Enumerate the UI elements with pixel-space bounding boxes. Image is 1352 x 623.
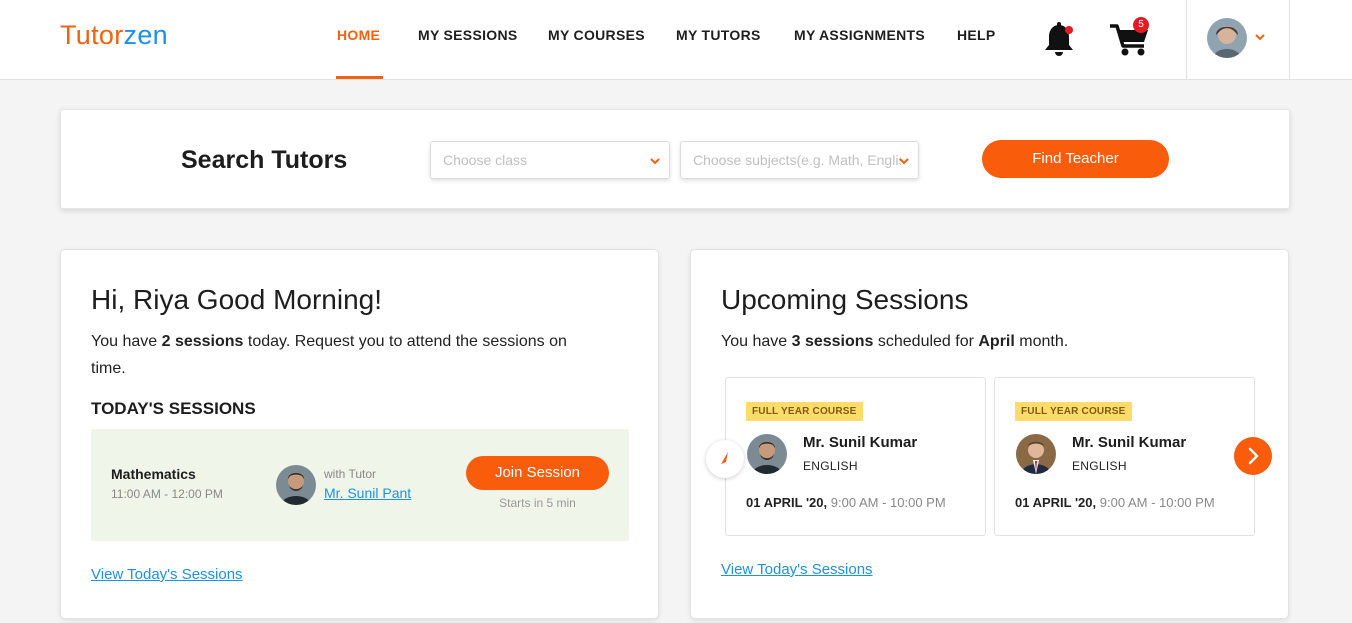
session-subject: ENGLISH (803, 459, 858, 473)
tutor-avatar (276, 465, 316, 505)
chevron-left-icon (721, 452, 728, 464)
nav-my-sessions[interactable]: MY SESSIONS (418, 27, 518, 43)
brand-logo-part1: Tutor (60, 20, 124, 50)
tutor-link[interactable]: Mr. Sunil Pant (324, 485, 411, 501)
subject-select-placeholder: Choose subjects(e.g. Math, English) (693, 152, 901, 168)
top-navbar: Tutorzen HOME MY SESSIONS MY COURSES MY … (0, 0, 1352, 80)
course-badge: FULL YEAR COURSE (746, 402, 863, 421)
with-tutor-label: with Tutor (324, 467, 377, 481)
nav-my-tutors[interactable]: MY TUTORS (676, 27, 761, 43)
session-time: 11:00 AM - 12:00 PM (111, 487, 223, 501)
tutor-name: Mr. Sunil Kumar (1072, 434, 1187, 451)
class-select-placeholder: Choose class (443, 152, 528, 168)
brand-logo-part2: zen (123, 20, 168, 50)
divider (1289, 0, 1290, 80)
greeting-card: Hi, Riya Good Morning! You have 2 sessio… (60, 249, 659, 619)
nav-my-courses[interactable]: MY COURSES (548, 27, 645, 43)
cart-count-badge: 5 (1133, 17, 1149, 33)
carousel-next-button[interactable] (1234, 437, 1272, 475)
tutor-name: Mr. Sunil Kumar (803, 434, 918, 451)
nav-home[interactable]: HOME (337, 27, 380, 43)
find-teacher-button[interactable]: Find Teacher (982, 140, 1169, 178)
course-badge: FULL YEAR COURSE (1015, 402, 1132, 421)
starts-in-note: Starts in 5 min (499, 496, 576, 510)
greeting-text: You have 2 sessions today. Request you t… (91, 333, 567, 377)
upcoming-sessions-card: Upcoming Sessions You have 3 sessions sc… (690, 249, 1289, 619)
chevron-right-icon (1248, 447, 1259, 465)
upcoming-session-card[interactable]: FULL YEAR COURSE Mr. Sunil Kumar ENGLISH… (725, 377, 986, 536)
session-datetime: 01 APRIL '20, 9:00 AM - 10:00 PM (1015, 495, 1215, 510)
session-datetime: 01 APRIL '20, 9:00 AM - 10:00 PM (746, 495, 946, 510)
session-subject: Mathematics (111, 466, 196, 482)
todays-sessions-heading: TODAY'S SESSIONS (91, 399, 256, 418)
tutor-avatar (747, 434, 787, 474)
upcoming-text: You have 3 sessions scheduled for April … (721, 333, 1069, 350)
nav-active-indicator (336, 76, 383, 79)
chevron-down-icon (650, 158, 660, 165)
upcoming-title: Upcoming Sessions (721, 284, 969, 315)
nav-help[interactable]: HELP (957, 27, 996, 43)
divider (1186, 0, 1187, 80)
upcoming-session-card[interactable]: FULL YEAR COURSE Mr. Sunil Kumar ENGLISH… (994, 377, 1255, 536)
nav-my-assignments[interactable]: MY ASSIGNMENTS (794, 27, 925, 43)
view-todays-sessions-link[interactable]: View Today's Sessions (91, 566, 243, 583)
session-subject: ENGLISH (1072, 459, 1127, 473)
subject-select[interactable]: Choose subjects(e.g. Math, English) (680, 141, 919, 179)
user-avatar[interactable] (1207, 18, 1247, 58)
chevron-down-icon (899, 158, 909, 165)
view-todays-sessions-link[interactable]: View Today's Sessions (721, 561, 873, 578)
today-session-item: Mathematics 11:00 AM - 12:00 PM with Tut… (91, 429, 629, 541)
brand-logo[interactable]: Tutorzen (60, 20, 168, 51)
tutor-avatar (1016, 434, 1056, 474)
chevron-down-icon[interactable] (1254, 31, 1266, 43)
bell-icon[interactable] (1043, 22, 1075, 58)
join-session-button[interactable]: Join Session (466, 456, 609, 490)
class-select[interactable]: Choose class (430, 141, 670, 179)
carousel-prev-button[interactable] (706, 440, 744, 478)
search-tutors-card: Search Tutors Choose class Choose subjec… (60, 109, 1290, 209)
search-title: Search Tutors (181, 146, 348, 174)
greeting-title: Hi, Riya Good Morning! (91, 284, 383, 315)
